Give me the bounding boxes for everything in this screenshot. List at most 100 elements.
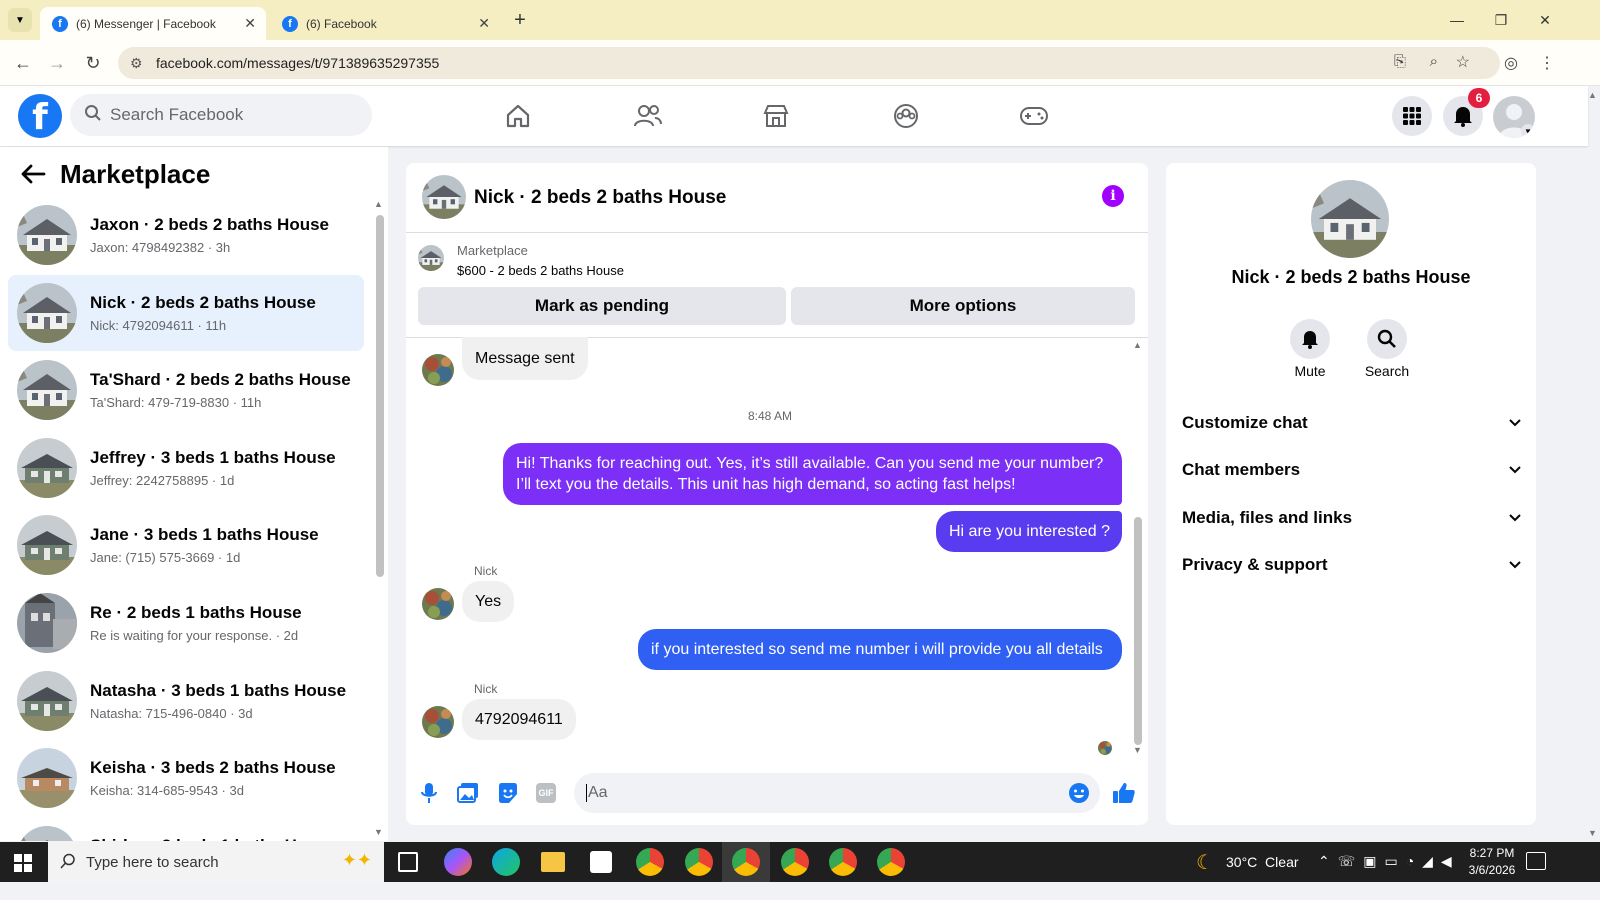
mute-button[interactable] bbox=[1290, 319, 1330, 359]
gaming-icon[interactable] bbox=[1014, 96, 1054, 136]
chat-profile-picture[interactable] bbox=[1311, 180, 1389, 258]
message-incoming[interactable]: Message sent bbox=[462, 337, 588, 380]
windows-start-icon[interactable] bbox=[14, 854, 32, 877]
more-options-button[interactable]: More options bbox=[791, 287, 1135, 325]
minimize-button[interactable]: — bbox=[1434, 0, 1480, 40]
photo-attach-icon[interactable] bbox=[457, 782, 479, 809]
sticker-icon[interactable] bbox=[497, 782, 519, 809]
conversation-item[interactable]: Jeffrey · 3 beds 1 baths House Jeffrey: 2… bbox=[8, 430, 364, 506]
clock-time[interactable]: 8:27 PM bbox=[1462, 846, 1522, 860]
media-files-links-row[interactable]: Media, files and links bbox=[1182, 508, 1522, 538]
message-outgoing[interactable]: Hi! Thanks for reaching out. Yes, it’s s… bbox=[503, 443, 1122, 505]
conversation-item[interactable]: Jane · 3 beds 1 baths House Jane: (715) 5… bbox=[8, 507, 364, 583]
account-avatar[interactable]: ▼ bbox=[1493, 96, 1535, 138]
message-incoming[interactable]: 4792094611 bbox=[462, 699, 576, 740]
facebook-favicon-icon: f bbox=[282, 15, 298, 32]
emoji-icon[interactable] bbox=[1068, 782, 1090, 809]
conversation-item[interactable]: Shirley · 3 beds 1 baths House bbox=[8, 818, 364, 841]
message-outgoing[interactable]: Hi are you interested ? bbox=[936, 511, 1122, 552]
facebook-search-input[interactable]: Search Facebook bbox=[70, 94, 372, 136]
chat-scrollbar[interactable] bbox=[1134, 517, 1142, 745]
privacy-support-row[interactable]: Privacy & support bbox=[1182, 555, 1522, 585]
weather-text[interactable]: 30°C Clear bbox=[1226, 854, 1299, 870]
taskbar-search-placeholder: Type here to search bbox=[86, 853, 219, 871]
gif-icon[interactable]: GIF bbox=[536, 783, 556, 803]
close-window-button[interactable]: ✕ bbox=[1522, 0, 1568, 40]
search-in-chat-button[interactable] bbox=[1367, 319, 1407, 359]
notification-center-icon[interactable] bbox=[1526, 852, 1546, 870]
like-thumbs-up-icon[interactable] bbox=[1112, 781, 1136, 810]
system-tray-icons[interactable]: ⌃☏▣▭◔◢◀ bbox=[1318, 853, 1460, 870]
message-outgoing[interactable]: if you interested so send me number i wi… bbox=[638, 629, 1122, 670]
new-tab-button[interactable]: + bbox=[508, 8, 532, 32]
chat-members-row[interactable]: Chat members bbox=[1182, 460, 1522, 490]
microsoft-store-icon[interactable] bbox=[590, 851, 612, 873]
sender-avatar[interactable] bbox=[422, 588, 454, 620]
reload-button[interactable]: ↻ bbox=[78, 48, 108, 78]
conversation-item[interactable]: Nick · 2 beds 2 baths House Nick: 4792094… bbox=[8, 274, 364, 351]
conversation-preview: Re is waiting for your response. · 2d bbox=[90, 628, 299, 643]
conversation-name: Shirley · 3 beds 1 baths House bbox=[90, 836, 337, 841]
back-arrow-icon[interactable] bbox=[20, 163, 46, 190]
back-button[interactable]: ← bbox=[8, 48, 38, 78]
listing-title[interactable]: $600 - 2 beds 2 baths House bbox=[457, 263, 624, 278]
clock-date[interactable]: 3/6/2026 bbox=[1458, 863, 1526, 877]
mark-as-pending-button[interactable]: Mark as pending bbox=[418, 287, 786, 325]
address-bar[interactable]: ⚙ facebook.com/messages/t/97138963529735… bbox=[118, 47, 1500, 79]
task-view-icon[interactable] bbox=[398, 852, 418, 872]
tab-search-icon[interactable]: ▼ bbox=[8, 8, 32, 32]
customize-chat-row[interactable]: Customize chat bbox=[1182, 413, 1522, 443]
home-icon[interactable] bbox=[498, 96, 538, 136]
zoom-icon[interactable]: ⌕ bbox=[1430, 53, 1438, 70]
close-tab-icon[interactable]: ✕ bbox=[478, 15, 490, 32]
conversation-item[interactable]: Keisha · 3 beds 2 baths House Keisha: 314… bbox=[8, 740, 364, 816]
info-icon[interactable]: i bbox=[1102, 185, 1124, 207]
close-tab-icon[interactable]: ✕ bbox=[244, 15, 256, 32]
friends-icon[interactable] bbox=[628, 96, 668, 136]
chrome-profile-icon[interactable] bbox=[877, 848, 905, 876]
restore-button[interactable]: ❐ bbox=[1478, 0, 1524, 40]
bookmark-star-icon[interactable]: ☆ bbox=[1456, 52, 1470, 72]
list-scroll-up-icon[interactable]: ▲ bbox=[374, 199, 383, 209]
taskbar-search-input[interactable]: Type here to search ✦✦ bbox=[48, 842, 384, 882]
chrome-profile-icon[interactable] bbox=[636, 848, 664, 876]
file-explorer-icon[interactable] bbox=[541, 852, 565, 872]
facebook-logo[interactable]: f bbox=[18, 94, 62, 138]
site-info-icon[interactable]: ⚙ bbox=[130, 55, 143, 72]
groups-icon[interactable] bbox=[886, 96, 926, 136]
conversation-list-scrollbar[interactable] bbox=[376, 215, 384, 577]
chat-scroll-down-icon[interactable]: ▼ bbox=[1133, 745, 1142, 755]
chrome-profile-icon[interactable] bbox=[685, 848, 713, 876]
install-icon[interactable]: ⎘ bbox=[1394, 53, 1406, 70]
conversation-preview: Keisha: 314-685-9543 · 3d bbox=[90, 783, 244, 799]
menu-grid-icon[interactable] bbox=[1392, 96, 1432, 136]
message-incoming[interactable]: Yes bbox=[462, 581, 515, 622]
conversation-item[interactable]: Re · 2 beds 1 baths House Re is waiting f… bbox=[8, 585, 364, 661]
conversation-item[interactable]: Jaxon · 2 beds 2 baths House Jaxon: 47984… bbox=[8, 197, 364, 273]
browser-tab-messenger[interactable]: f (6) Messenger | Facebook ✕ bbox=[40, 7, 266, 40]
sender-avatar[interactable] bbox=[422, 706, 454, 738]
chrome-profile-icon[interactable] bbox=[829, 848, 857, 876]
chat-scroll-up-icon[interactable]: ▲ bbox=[1133, 340, 1142, 350]
list-scroll-down-icon[interactable]: ▼ bbox=[374, 827, 383, 837]
edge-icon[interactable] bbox=[492, 848, 520, 876]
conversation-item[interactable]: Natasha · 3 beds 1 baths House Natasha: 7… bbox=[8, 663, 364, 739]
tab-title: (6) Messenger | Facebook bbox=[76, 16, 216, 31]
chrome-profile-icon[interactable] bbox=[781, 848, 809, 876]
page-scroll-up-icon[interactable]: ▲ bbox=[1588, 90, 1600, 100]
page-scroll-down-icon[interactable]: ▼ bbox=[1588, 828, 1600, 838]
copilot-icon[interactable] bbox=[444, 848, 472, 876]
profile-icon[interactable]: ◎ bbox=[1496, 48, 1526, 78]
message-input[interactable]: Aa bbox=[574, 773, 1100, 813]
microphone-icon[interactable] bbox=[420, 782, 438, 809]
forward-button[interactable]: → bbox=[42, 48, 72, 78]
sender-avatar[interactable] bbox=[422, 354, 454, 386]
marketplace-icon[interactable] bbox=[756, 96, 796, 136]
listing-thumbnail[interactable] bbox=[418, 245, 444, 271]
chat-avatar[interactable] bbox=[422, 175, 466, 219]
browser-tab-facebook[interactable]: f (6) Facebook ✕ bbox=[270, 7, 500, 40]
conversation-item[interactable]: Ta'Shard · 2 beds 2 baths House Ta'Shard:… bbox=[8, 352, 364, 428]
menu-kebab-icon[interactable]: ⋮ bbox=[1532, 48, 1562, 78]
chrome-profile-icon[interactable] bbox=[732, 848, 760, 876]
chat-title[interactable]: Nick · 2 beds 2 baths House bbox=[474, 187, 726, 209]
